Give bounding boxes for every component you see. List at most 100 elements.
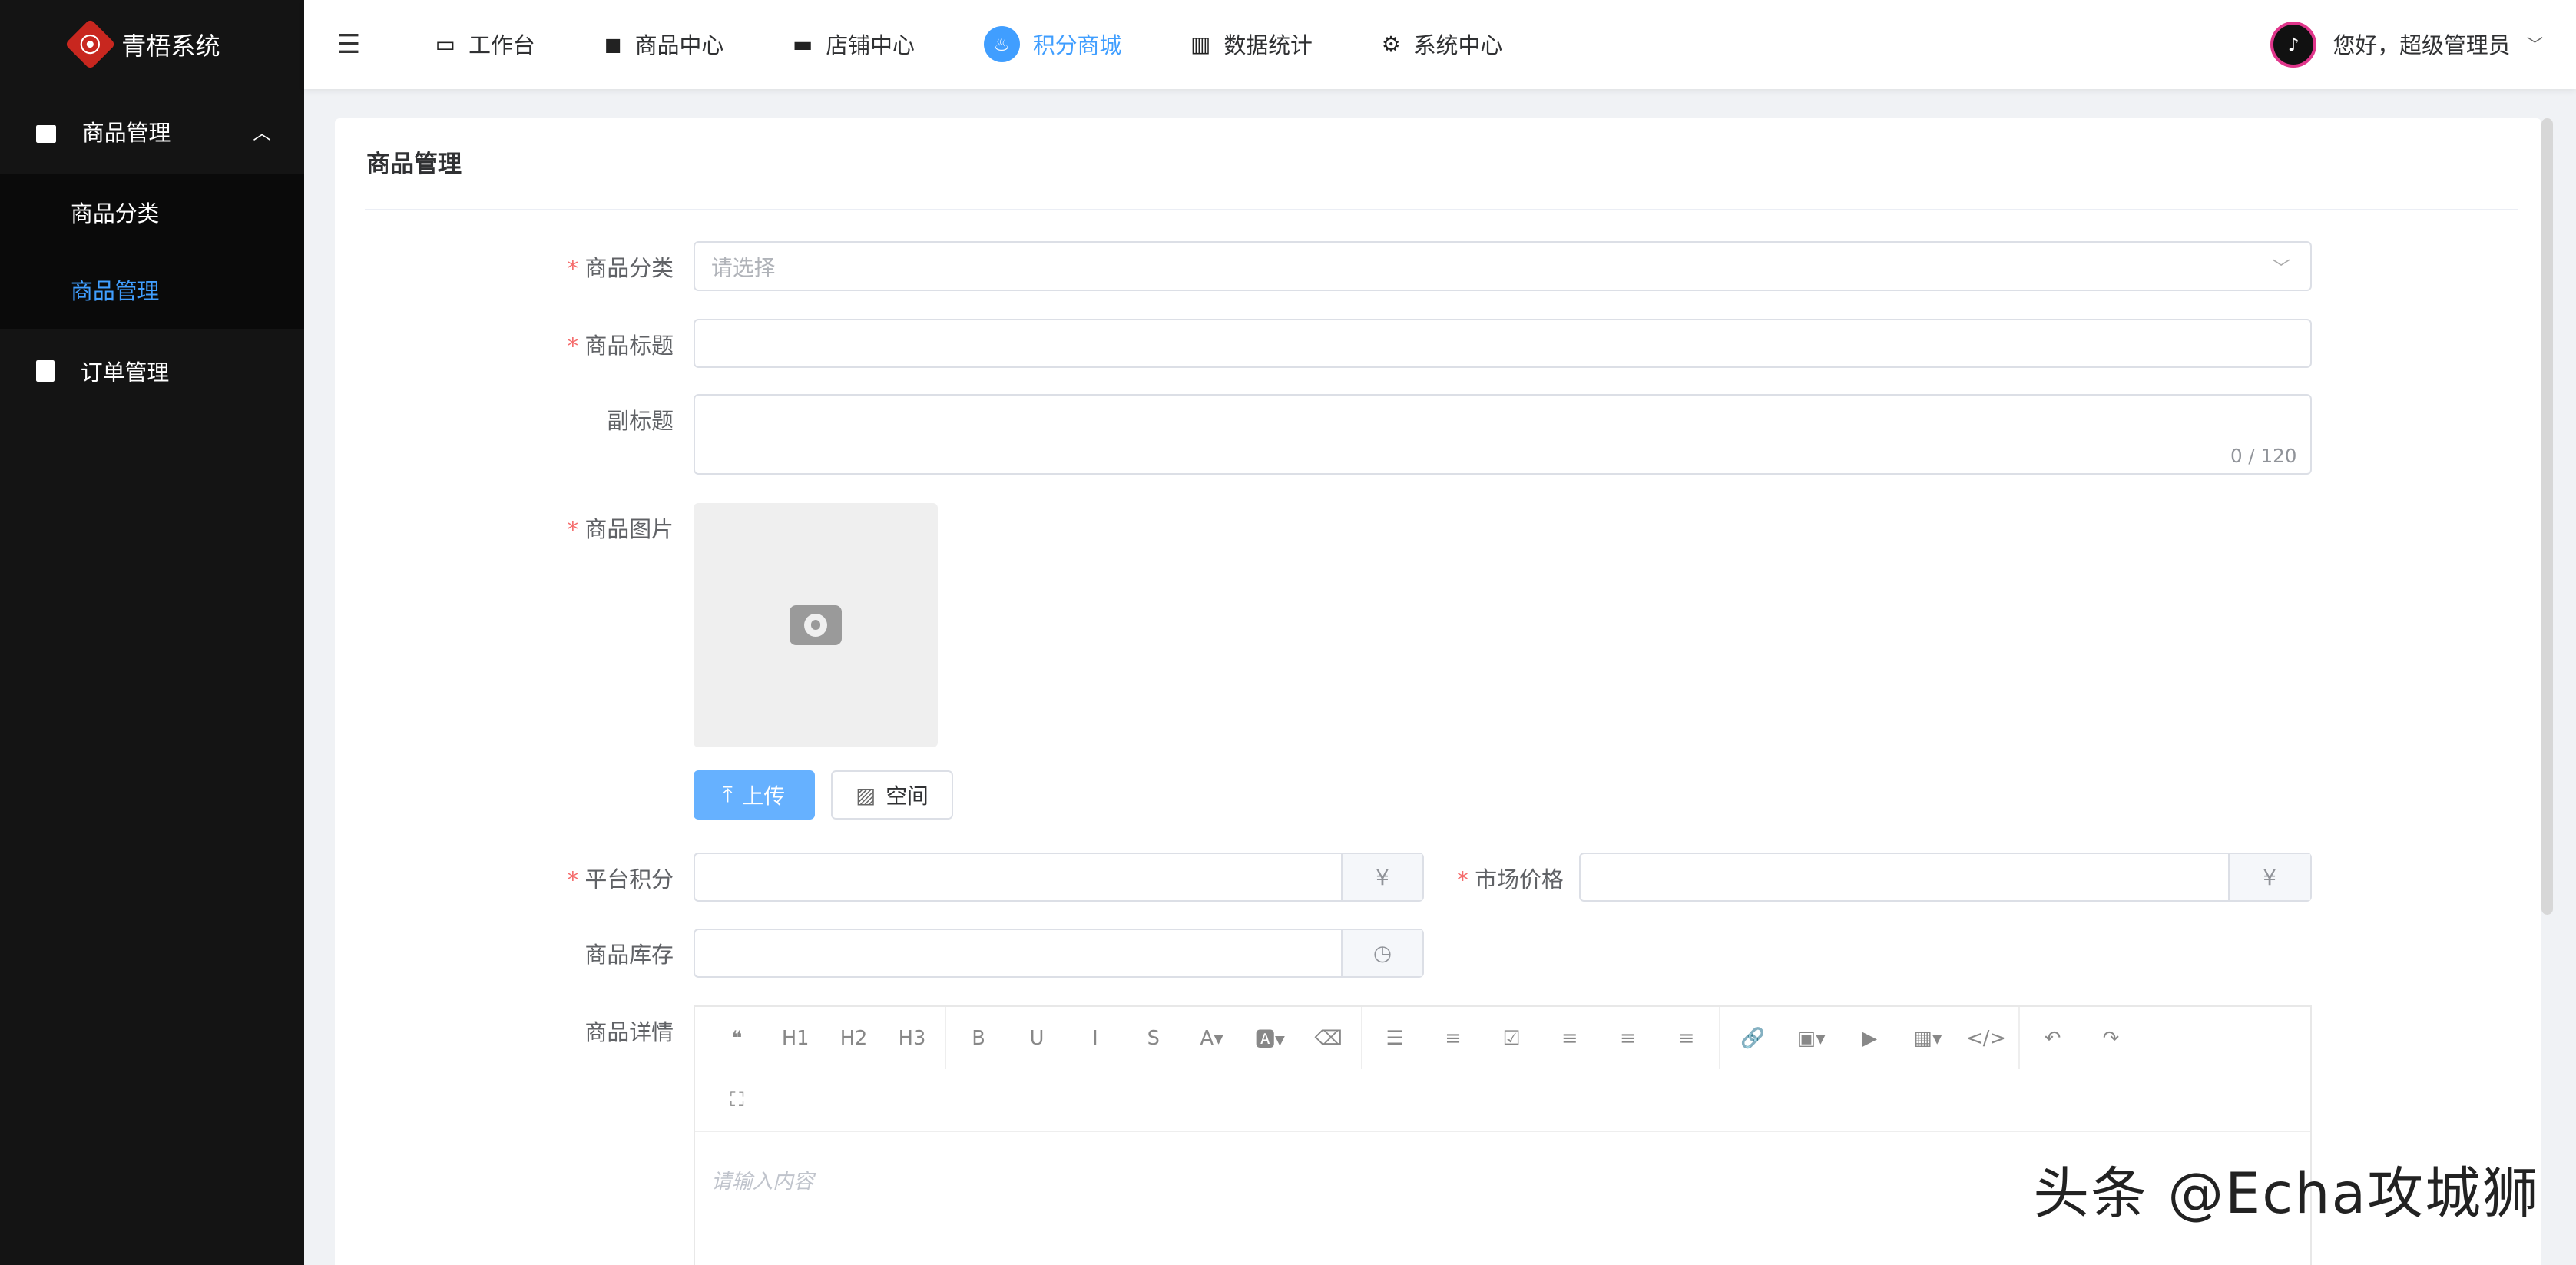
nav-goods-center[interactable]: ◼ 商品中心	[604, 26, 724, 62]
chevron-down-icon: ﹀	[2527, 32, 2543, 56]
divider	[365, 209, 2518, 210]
app-name: 青梧系统	[121, 27, 220, 62]
nav-label: 数据统计	[1223, 28, 1312, 60]
clear-format-icon[interactable]: ⌫	[1300, 1027, 1358, 1050]
sidebar-group-label: 订单管理	[81, 356, 169, 387]
form-card: 商品管理 *商品分类 请选择﹀ *商品标题 副标题 0 / 120 *商品图片 …	[335, 118, 2541, 1265]
top-header: ☰ ▭ 工作台 ◼ 商品中心 ▬ 店铺中心 ♨ 积分商城 ▥ 数据统计 ⚙ 系统中心 ♪ 您…	[304, 0, 2576, 89]
gears-icon: ⚙	[1382, 31, 1401, 57]
toolbar-separator	[1719, 1007, 1720, 1069]
quote-icon[interactable]: ❝	[708, 1027, 767, 1050]
toolbar-separator	[2018, 1007, 2020, 1069]
toolbar-separator	[945, 1007, 946, 1069]
logo-icon	[65, 18, 116, 70]
fullscreen-icon[interactable]: ⛶	[708, 1088, 767, 1112]
currency-append: ¥	[2228, 854, 2310, 900]
upload-button[interactable]: ⤒上传	[694, 770, 815, 820]
underline-icon[interactable]: U	[1008, 1027, 1066, 1050]
sidebar-item-category[interactable]: 商品分类	[0, 174, 304, 252]
nav-label: 店铺中心	[826, 28, 914, 60]
image-icon: ▨	[856, 783, 876, 808]
sidebar: 青梧系统 商品管理 ︿ 商品分类 商品管理 订单管理	[0, 0, 304, 1265]
sidebar-group-orders[interactable]: 订单管理	[0, 329, 304, 414]
redo-icon[interactable]: ↷	[2082, 1027, 2141, 1050]
media-space-button[interactable]: ▨空间	[831, 770, 952, 820]
nav-statistics[interactable]: ▥ 数据统计	[1190, 26, 1313, 62]
bar-chart-icon: ▥	[1190, 31, 1210, 57]
detail-label: 商品详情	[585, 1015, 674, 1047]
bullet-list-icon[interactable]: ☰	[1366, 1027, 1424, 1050]
image-label: *商品图片	[568, 512, 674, 544]
category-select[interactable]: 请选择﹀	[694, 241, 2312, 290]
top-nav: ▭ 工作台 ◼ 商品中心 ▬ 店铺中心 ♨ 积分商城 ▥ 数据统计 ⚙ 系统中心	[435, 26, 1571, 62]
code-icon[interactable]: </>	[1957, 1027, 2015, 1050]
watermark: 头条 @Echa攻城狮	[2033, 1148, 2540, 1229]
menu-collapse-icon[interactable]: ☰	[336, 29, 363, 60]
shopping-bag-icon: ◼	[604, 31, 622, 57]
user-menu[interactable]: ♪ 您好，超级管理员 ﹀	[2270, 22, 2543, 68]
bold-icon[interactable]: B	[949, 1027, 1008, 1050]
currency-append: ¥	[1341, 854, 1423, 900]
align-right-icon[interactable]: ≡	[1599, 1027, 1657, 1050]
document-icon	[36, 360, 55, 382]
market-price-label: *市场价格	[1457, 863, 1563, 894]
chevron-down-icon: ﹀	[2272, 253, 2290, 280]
submenu: 商品分类 商品管理	[0, 174, 304, 329]
title-input[interactable]	[694, 319, 2312, 368]
nav-label: 系统中心	[1414, 28, 1502, 60]
subtitle-textarea[interactable]: 0 / 120	[694, 394, 2312, 475]
points-input[interactable]: ¥	[694, 853, 1425, 902]
nav-workbench[interactable]: ▭ 工作台	[435, 26, 535, 62]
undo-icon[interactable]: ↶	[2024, 1027, 2082, 1050]
upload-icon: ⤒	[723, 782, 732, 808]
sidebar-item-goods[interactable]: 商品管理	[0, 251, 304, 329]
todo-icon[interactable]: ☑	[1482, 1027, 1541, 1050]
editor-toolbar: ❝H1H2H3BUISA▾🅰▾⌫☰≡☑≡≡≡🔗▣▾▶▦▾</>↶↷ ⛶	[695, 1007, 2310, 1132]
clock-icon: ◷	[1341, 930, 1423, 976]
sidebar-group-label: 商品管理	[82, 116, 171, 147]
stock-label: 商品库存	[585, 938, 674, 969]
camera-icon	[790, 605, 842, 644]
logo[interactable]: 青梧系统	[0, 0, 304, 89]
char-counter: 0 / 120	[2230, 445, 2296, 467]
nav-label: 工作台	[469, 28, 535, 60]
scrollbar[interactable]	[2541, 118, 2553, 915]
link-icon[interactable]: 🔗	[1723, 1027, 1782, 1050]
monitor-icon: ▭	[435, 31, 455, 57]
h1-icon[interactable]: H1	[767, 1027, 825, 1050]
user-greeting: 您好，超级管理员	[2333, 28, 2511, 60]
market-price-input[interactable]: ¥	[1579, 853, 2312, 902]
chevron-up-icon: ︿	[253, 118, 271, 144]
nav-points-mall[interactable]: ♨ 积分商城	[984, 26, 1122, 62]
h2-icon[interactable]: H2	[825, 1027, 883, 1050]
cake-icon: ♨	[984, 26, 1020, 62]
nav-store-center[interactable]: ▬ 店铺中心	[793, 26, 915, 62]
image-icon[interactable]: ▣▾	[1782, 1027, 1840, 1050]
font-color-icon[interactable]: A▾	[1183, 1027, 1241, 1050]
subtitle-label: 副标题	[607, 404, 674, 435]
image-upload-area[interactable]	[694, 503, 939, 748]
nav-label: 积分商城	[1033, 28, 1121, 60]
h3-icon[interactable]: H3	[883, 1027, 942, 1050]
nav-system-center[interactable]: ⚙ 系统中心	[1382, 26, 1502, 62]
italic-icon[interactable]: I	[1066, 1027, 1124, 1050]
shopping-bag-icon	[36, 125, 56, 144]
category-label: *商品分类	[568, 251, 674, 283]
points-label: *平台积分	[568, 863, 674, 894]
numbered-list-icon[interactable]: ≡	[1424, 1027, 1482, 1050]
toolbar-row: ❝H1H2H3BUISA▾🅰▾⌫☰≡☑≡≡≡🔗▣▾▶▦▾</>↶↷	[695, 1007, 2310, 1069]
toolbar-separator	[1361, 1007, 1362, 1069]
stock-input[interactable]: ◷	[694, 929, 1425, 978]
align-left-icon[interactable]: ≡	[1541, 1027, 1599, 1050]
table-icon[interactable]: ▦▾	[1899, 1027, 1957, 1050]
store-icon: ▬	[793, 31, 813, 57]
nav-label: 商品中心	[635, 28, 723, 60]
page-title: 商品管理	[366, 144, 462, 179]
sidebar-group-goods[interactable]: 商品管理 ︿	[0, 89, 304, 174]
bg-color-icon[interactable]: 🅰▾	[1241, 1024, 1300, 1052]
align-justify-icon[interactable]: ≡	[1657, 1027, 1716, 1050]
video-icon[interactable]: ▶	[1840, 1027, 1899, 1050]
strikethrough-icon[interactable]: S	[1124, 1027, 1183, 1050]
title-label: *商品标题	[568, 329, 674, 360]
avatar: ♪	[2270, 22, 2316, 68]
